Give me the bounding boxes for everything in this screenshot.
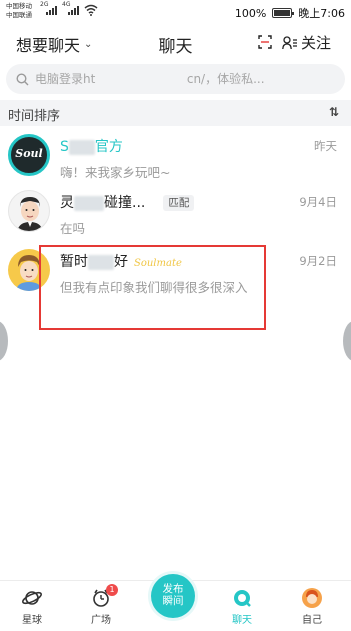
status-dropdown[interactable]: 想要聊天 ⌄ xyxy=(16,32,92,56)
chat-name: 灵 碰撞... 匹配 xyxy=(60,192,195,212)
chevron-down-icon: ⌄ xyxy=(84,38,93,50)
wifi-icon xyxy=(84,4,98,16)
carrier-1: 中国移动 xyxy=(6,2,32,10)
status-dropdown-label: 想要聊天 xyxy=(16,36,81,55)
publish-moment-button[interactable]: 发布 瞬间 xyxy=(151,574,195,618)
page-title: 聊天 xyxy=(158,37,193,57)
sort-bar: 时间排序 ⇅ xyxy=(0,100,351,126)
right-edge-handle[interactable] xyxy=(343,321,351,361)
tab-planet[interactable]: 星球 xyxy=(7,587,57,626)
tab-label: 聊天 xyxy=(232,615,252,626)
avatar-icon xyxy=(302,588,322,608)
follow-button[interactable]: 关注 xyxy=(282,32,331,53)
follow-label: 关注 xyxy=(301,34,332,52)
avatar xyxy=(8,190,50,232)
carrier-info: 中国移动 中国联通 xyxy=(6,2,32,20)
search-input[interactable] xyxy=(35,72,335,86)
blurred-name xyxy=(74,195,104,211)
left-edge-handle[interactable] xyxy=(0,321,8,361)
chat-time: 9月2日 xyxy=(299,254,337,268)
battery-icon xyxy=(272,8,295,18)
chat-preview: 在吗 xyxy=(60,221,86,236)
chat-time: 昨天 xyxy=(314,139,337,153)
person-list-icon xyxy=(282,35,297,49)
chat-preview: 嗨！来我家乡玩吧~ xyxy=(60,165,171,180)
chat-name-prefix: S xyxy=(60,139,69,155)
publish-label-1: 发布 xyxy=(162,583,184,595)
tab-square[interactable]: 1 广场 xyxy=(76,584,126,626)
sort-label: 时间排序 xyxy=(8,109,61,124)
chat-icon xyxy=(234,590,251,607)
chat-item-official[interactable]: Soul S 官方 嗨！来我家乡玩吧~ 昨天 xyxy=(0,130,351,188)
clock: 晚上7:06 xyxy=(298,7,345,20)
chat-name: S 官方 xyxy=(60,136,123,156)
match-tag: 匹配 xyxy=(163,195,195,211)
battery-percent: 100% xyxy=(234,6,267,20)
notification-badge: 1 xyxy=(106,584,118,596)
sort-icon[interactable]: ⇅ xyxy=(329,105,339,119)
status-bar: 中国移动 中国联通 2G 4G 100% 晚上7:06 xyxy=(0,0,351,24)
tab-label: 自己 xyxy=(302,615,322,626)
blurred-name xyxy=(68,139,95,155)
chat-time: 9月4日 xyxy=(299,195,337,209)
chat-name-suffix: 官方 xyxy=(94,139,123,155)
header: 想要聊天 ⌄ 聊天 关注 xyxy=(0,28,351,58)
soul-logo-text: Soul xyxy=(15,147,43,160)
cartoon-man-icon xyxy=(17,197,43,231)
avatar: Soul xyxy=(8,134,50,176)
annotation-highlight-box xyxy=(39,245,266,330)
planet-icon xyxy=(22,591,42,605)
signal-icon xyxy=(46,6,57,15)
carrier-2: 中国联通 xyxy=(6,11,32,19)
tab-chat[interactable]: 聊天 xyxy=(217,587,267,626)
chat-name-prefix: 灵 xyxy=(60,195,74,211)
tab-label: 星球 xyxy=(22,615,42,626)
tab-label: 广场 xyxy=(91,615,111,626)
search-bar[interactable] xyxy=(6,64,345,94)
chat-item-match[interactable]: 灵 碰撞... 匹配 在吗 9月4日 xyxy=(0,186,351,244)
scan-icon[interactable] xyxy=(258,35,272,49)
publish-label-2: 瞬间 xyxy=(162,595,184,607)
tab-profile[interactable]: 自己 xyxy=(287,587,337,626)
search-icon xyxy=(16,72,29,85)
signal-icon-2 xyxy=(68,6,79,15)
chat-name-suffix: 碰撞... xyxy=(104,195,146,211)
